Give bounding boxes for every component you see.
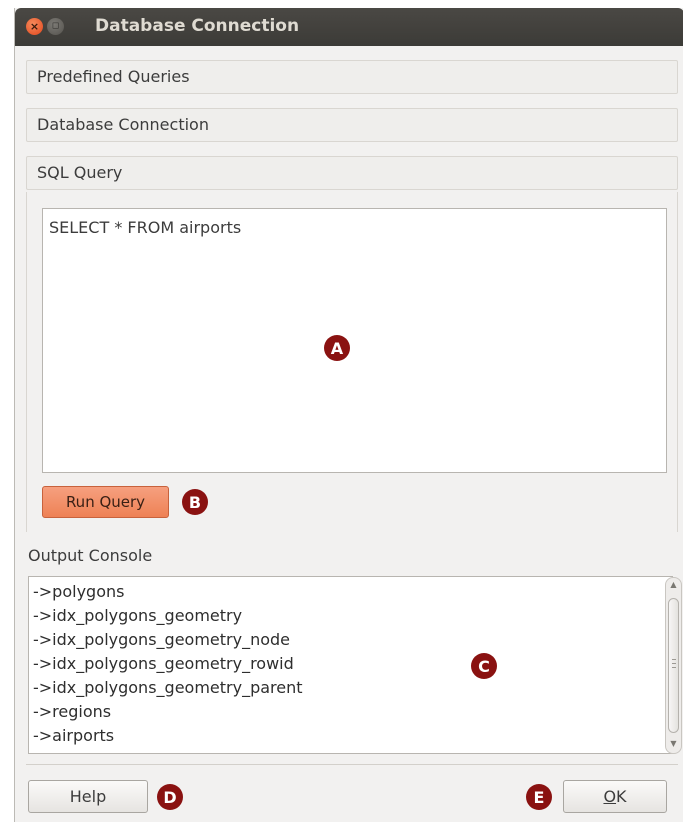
console-line: ->idx_polygons_geometry_rowid	[33, 654, 294, 673]
console-line: ->idx_polygons_geometry_node	[33, 630, 290, 649]
console-line: ->airports	[33, 726, 115, 745]
console-line: ->polygons	[33, 582, 125, 601]
callout-marker-a: A	[324, 335, 350, 361]
output-console-label: Output Console	[28, 546, 153, 565]
ok-mnemonic: O	[603, 787, 617, 806]
grip-line	[672, 663, 676, 664]
title-bar[interactable]: × ◻ Database Connection	[15, 8, 683, 46]
database-connection-window: × ◻ Database Connection Predefined Queri…	[14, 8, 683, 822]
output-console-lines: ->polygons ->idx_polygons_geometry ->idx…	[33, 580, 303, 748]
callout-marker-e: E	[526, 784, 552, 810]
footer-divider	[26, 764, 678, 765]
callout-marker-d: D	[157, 784, 183, 810]
sql-query-editor[interactable]: SELECT * FROM airports	[42, 208, 667, 473]
scrollbar-thumb[interactable]	[668, 598, 679, 733]
console-line: ->idx_polygons_geometry	[33, 606, 243, 625]
callout-marker-c: C	[471, 653, 497, 679]
callout-marker-b: B	[182, 489, 208, 515]
section-predefined-queries[interactable]: Predefined Queries	[26, 60, 678, 94]
output-console[interactable]: ->polygons ->idx_polygons_geometry ->idx…	[28, 576, 673, 754]
grip-line	[672, 659, 676, 660]
help-button[interactable]: Help	[28, 780, 148, 813]
console-scrollbar[interactable]: ▲ ▼	[665, 577, 682, 754]
ok-label-rest: K	[616, 787, 627, 806]
section-sql-query[interactable]: SQL Query	[26, 156, 678, 190]
window-title: Database Connection	[95, 16, 300, 36]
console-line: ->regions	[33, 702, 112, 721]
maximize-icon[interactable]: ◻	[47, 18, 64, 35]
console-line: ->idx_polygons_geometry_parent	[33, 678, 303, 697]
chevron-down-icon[interactable]: ▼	[666, 739, 681, 748]
section-database-connection[interactable]: Database Connection	[26, 108, 678, 142]
ok-button[interactable]: OK	[563, 780, 667, 813]
sql-query-text: SELECT * FROM airports	[49, 218, 242, 237]
chevron-up-icon[interactable]: ▲	[666, 580, 681, 589]
run-query-button[interactable]: Run Query	[42, 486, 169, 518]
grip-line	[672, 667, 676, 668]
close-icon[interactable]: ×	[26, 18, 43, 35]
